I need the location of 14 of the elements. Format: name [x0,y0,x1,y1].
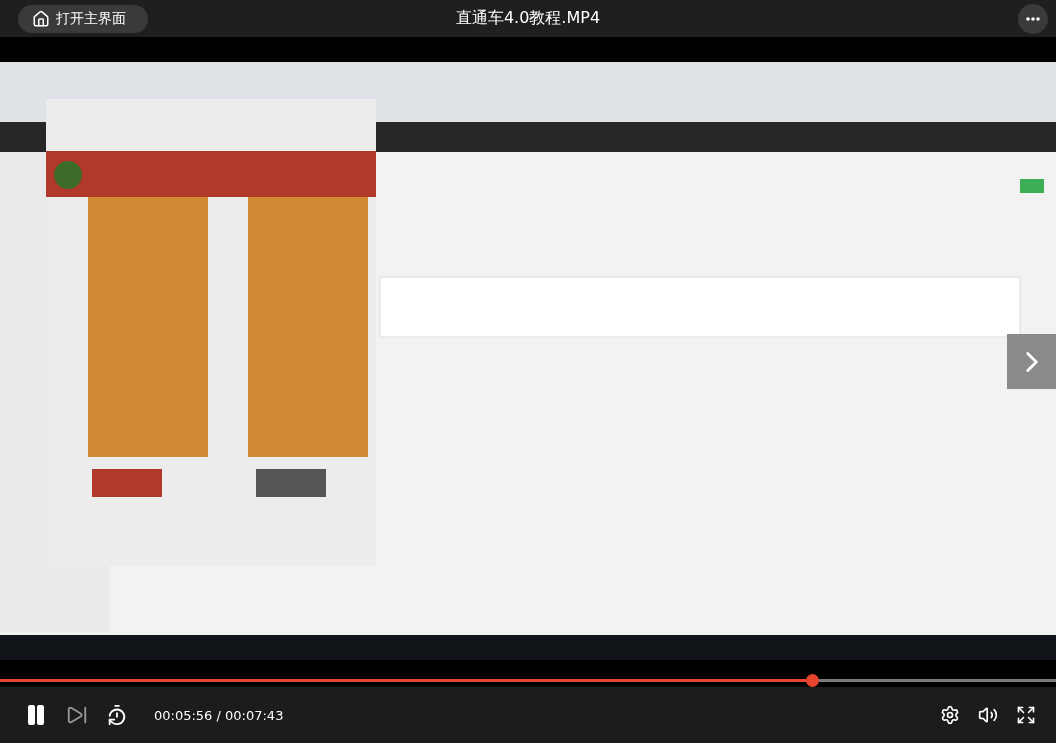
more-button[interactable] [1018,3,1048,34]
timer-icon [106,704,128,726]
skip-next-icon [66,704,88,726]
fullscreen-icon [1016,705,1036,725]
volume-icon [978,705,998,725]
home-icon [32,9,50,28]
progress-track[interactable] [0,674,1056,687]
next-video-button[interactable] [1007,334,1056,389]
home-button[interactable]: 打开主界面 [18,4,148,33]
video-title: 直通车4.0教程.MP4 [455,8,601,27]
progress-thumb[interactable] [806,674,820,687]
playback-time: 00:05:56 / 00:07:43 [154,707,284,723]
more-icon [1026,16,1040,21]
settings-icon [940,705,960,725]
